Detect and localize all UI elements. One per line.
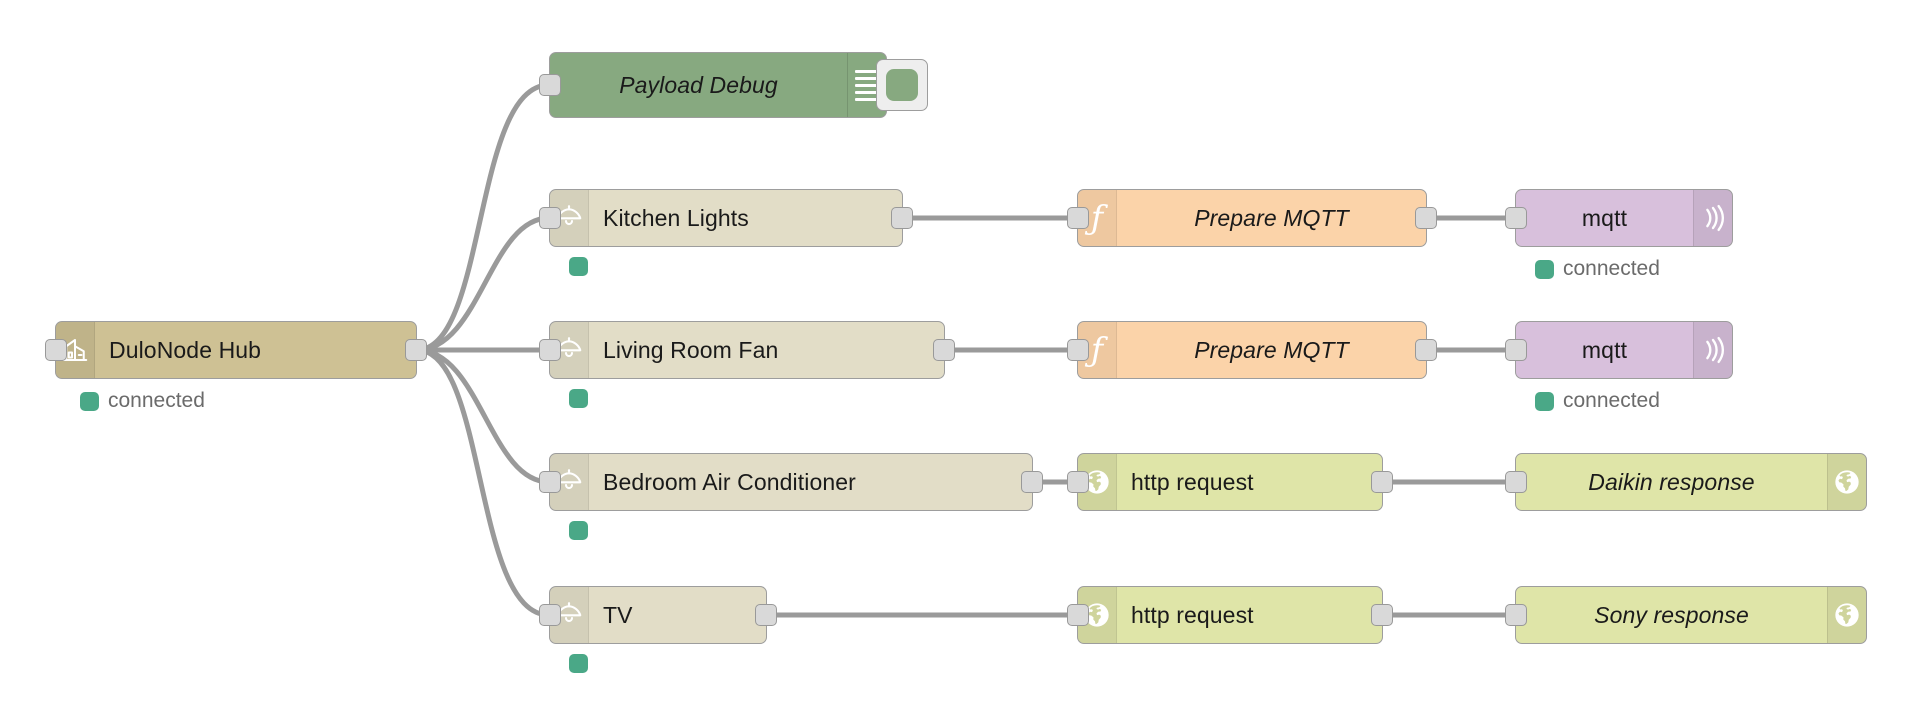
globe-icon: [1827, 587, 1866, 643]
node-prepare-mqtt-2[interactable]: ƒ Prepare MQTT: [1067, 321, 1437, 379]
status-bedroom-air-conditioner: [569, 521, 588, 540]
wire-hub-to-tv: [414, 347, 552, 618]
wire-hub-to-payload-debug: [414, 82, 552, 353]
node-sony-response[interactable]: Sony response: [1505, 586, 1867, 644]
node-label: Prepare MQTT: [1194, 336, 1349, 363]
status-dot: [80, 391, 99, 411]
broadcast-icon: [1693, 190, 1732, 246]
node-label: Prepare MQTT: [1194, 204, 1349, 231]
status-dot: [569, 521, 588, 540]
node-label: Daikin response: [1588, 468, 1755, 495]
node-label: mqtt: [1581, 336, 1628, 363]
node-http-request-1[interactable]: http request: [1067, 453, 1393, 511]
output-port[interactable]: [1021, 471, 1043, 493]
output-port[interactable]: [755, 604, 777, 626]
status-mqtt-2: connected: [1535, 389, 1660, 413]
status-dot: [569, 257, 588, 276]
node-daikin-response[interactable]: Daikin response: [1505, 453, 1867, 511]
node-mqtt-1[interactable]: mqtt: [1505, 189, 1733, 247]
output-port[interactable]: [1415, 339, 1437, 361]
input-port[interactable]: [1505, 207, 1527, 229]
output-port[interactable]: [891, 207, 913, 229]
input-port[interactable]: [539, 339, 561, 361]
node-tv[interactable]: TV: [539, 586, 777, 644]
node-kitchen-lights[interactable]: Kitchen Lights: [539, 189, 913, 247]
input-port[interactable]: [1067, 339, 1089, 361]
input-port[interactable]: [539, 207, 561, 229]
node-label: Kitchen Lights: [603, 204, 749, 231]
input-port[interactable]: [1067, 604, 1089, 626]
status-label: connected: [1563, 389, 1660, 412]
input-port[interactable]: [1505, 339, 1527, 361]
output-port[interactable]: [1415, 207, 1437, 229]
status-label: connected: [108, 389, 205, 412]
node-label: DuloNode Hub: [109, 336, 262, 363]
input-port[interactable]: [1505, 471, 1527, 493]
globe-icon: [1827, 454, 1866, 510]
input-port[interactable]: [1505, 604, 1527, 626]
input-port[interactable]: [1067, 207, 1089, 229]
broadcast-icon: [1693, 322, 1732, 378]
wire-hub-to-bedroom-air-conditioner: [414, 347, 552, 485]
status-living-room-fan: [569, 389, 588, 408]
node-label: mqtt: [1581, 204, 1628, 231]
output-port[interactable]: [405, 339, 427, 361]
node-payload-debug[interactable]: Payload Debug: [539, 52, 928, 118]
status-dot: [1535, 259, 1554, 279]
status-dot: [569, 389, 588, 408]
node-living-room-fan[interactable]: Living Room Fan: [539, 321, 955, 379]
node-mqtt-2[interactable]: mqtt: [1505, 321, 1733, 379]
wire-hub-to-kitchen-lights: [414, 215, 552, 353]
status-mqtt-1: connected: [1535, 257, 1660, 281]
node-label: Bedroom Air Conditioner: [603, 468, 856, 495]
status-dot: [569, 654, 588, 673]
flow-canvas[interactable]: DuloNode Hub connected Payload Debug Kit…: [0, 0, 1920, 720]
debug-toggle-indicator: [886, 69, 918, 101]
output-port[interactable]: [933, 339, 955, 361]
node-label: Living Room Fan: [603, 336, 779, 363]
input-port[interactable]: [45, 339, 67, 361]
input-port[interactable]: [539, 74, 561, 96]
input-port[interactable]: [539, 604, 561, 626]
node-label: TV: [603, 601, 633, 628]
debug-toggle-button[interactable]: [876, 59, 928, 111]
status-tv: [569, 654, 588, 673]
node-dulonode-hub[interactable]: DuloNode Hub: [45, 321, 427, 379]
input-port[interactable]: [1067, 471, 1089, 493]
node-label: http request: [1131, 601, 1254, 628]
status-label: connected: [1563, 257, 1660, 280]
status-kitchen-lights: [569, 257, 588, 276]
node-bedroom-air-conditioner[interactable]: Bedroom Air Conditioner: [539, 453, 1043, 511]
output-port[interactable]: [1371, 471, 1393, 493]
status-dot: [1535, 391, 1554, 411]
node-label: Payload Debug: [619, 71, 778, 98]
node-prepare-mqtt-1[interactable]: ƒ Prepare MQTT: [1067, 189, 1437, 247]
input-port[interactable]: [539, 471, 561, 493]
node-label: Sony response: [1594, 601, 1749, 628]
node-label: http request: [1131, 468, 1254, 495]
node-http-request-2[interactable]: http request: [1067, 586, 1393, 644]
output-port[interactable]: [1371, 604, 1393, 626]
status-dulonode-hub: connected: [80, 389, 205, 413]
